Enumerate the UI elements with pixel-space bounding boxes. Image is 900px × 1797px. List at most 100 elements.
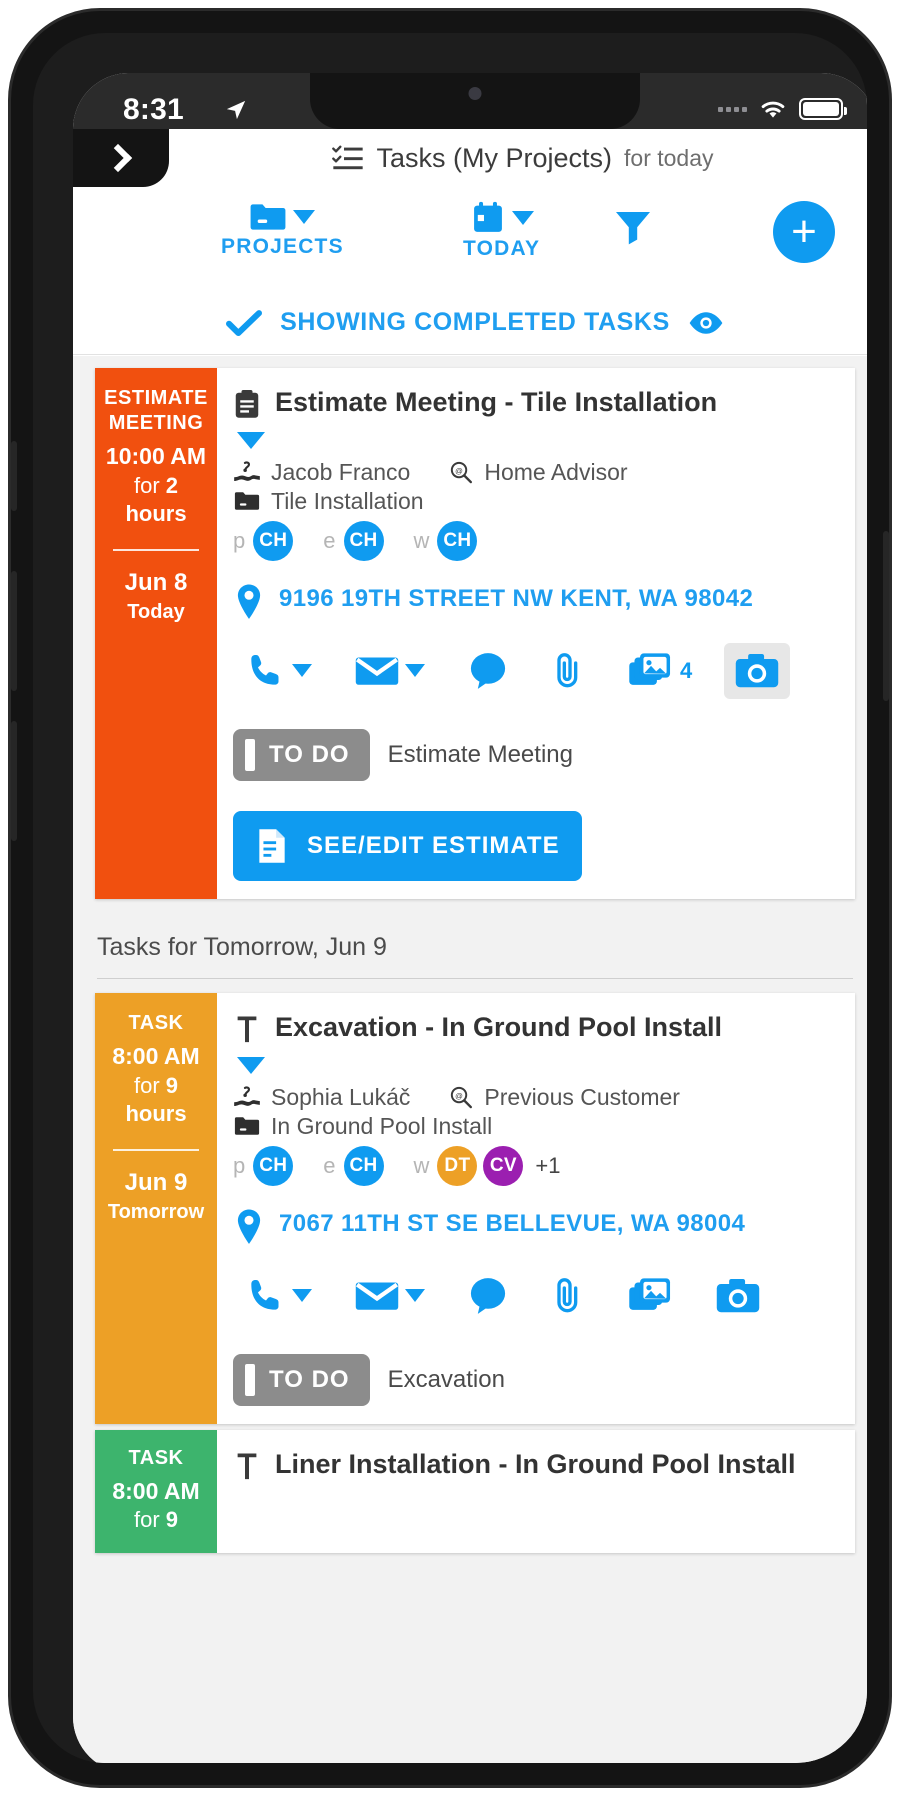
chevron-down-icon xyxy=(292,1289,312,1302)
duration-prefix: for xyxy=(133,1072,166,1098)
task-card[interactable]: ESTIMATE MEETING 10:00 AM for 2 hours Ju… xyxy=(95,368,855,899)
duration-prefix: for xyxy=(133,1507,166,1533)
task-time: 8:00 AM xyxy=(112,1042,200,1069)
today-filter-button[interactable]: TODAY xyxy=(463,201,540,261)
back-button[interactable] xyxy=(73,129,169,187)
expand-chevron-down-icon[interactable] xyxy=(237,431,265,449)
chat-bubble-icon xyxy=(470,652,506,689)
avatar-key: w xyxy=(413,527,430,553)
avatar[interactable]: CH xyxy=(343,520,384,561)
folder-icon xyxy=(234,492,260,511)
status-indicators xyxy=(718,97,847,121)
task-status-row[interactable]: TO DO Estimate Meeting xyxy=(233,728,837,781)
task-project: Tile Installation xyxy=(271,487,424,514)
task-card-side: ESTIMATE MEETING 10:00 AM for 2 hours Ju… xyxy=(95,368,217,899)
camera-button[interactable] xyxy=(724,642,791,699)
duration-unit: hours xyxy=(125,1101,187,1127)
app-header: Tasks (My Projects) for today xyxy=(73,129,867,187)
chat-button[interactable] xyxy=(457,1268,519,1324)
location-arrow-icon xyxy=(226,100,246,120)
task-address-row[interactable]: 7067 11TH ST SE BELLEVUE, WA 98004 xyxy=(233,1208,837,1246)
call-button[interactable] xyxy=(233,1268,322,1324)
chevron-down-icon xyxy=(405,1289,425,1302)
task-address-row[interactable]: 9196 19TH STREET NW KENT, WA 98042 xyxy=(233,583,837,621)
status-bar-indicator xyxy=(245,1363,255,1396)
avatar[interactable]: CV xyxy=(483,1145,524,1186)
handshake-icon xyxy=(234,1086,260,1106)
avatar[interactable]: CH xyxy=(253,1145,294,1186)
task-card[interactable]: TASK 8:00 AM for 9 Liner Installation - … xyxy=(95,1429,855,1553)
section-divider-tomorrow: Tasks for Tomorrow, Jun 9 xyxy=(73,899,867,993)
task-title: Estimate Meeting - Tile Installation xyxy=(275,387,718,417)
expand-chevron-down-icon[interactable] xyxy=(237,1056,265,1074)
assignee-avatars: p CH e CH w DT CV +1 xyxy=(233,1145,837,1186)
status-badge[interactable]: TO DO xyxy=(233,728,370,781)
chat-bubble-icon xyxy=(470,1277,506,1314)
see-edit-estimate-button[interactable]: SEE/EDIT ESTIMATE xyxy=(233,810,582,881)
projects-filter-button[interactable]: PROJECTS xyxy=(221,201,344,259)
task-source: Home Advisor xyxy=(484,458,628,485)
divider-rule xyxy=(97,977,853,979)
duration-value: 9 xyxy=(165,1507,179,1533)
chevron-down-icon xyxy=(405,664,425,678)
mute-switch[interactable] xyxy=(11,441,17,511)
signal-dots-icon xyxy=(718,106,747,112)
avatar[interactable]: DT xyxy=(437,1145,478,1186)
hammer-icon xyxy=(237,1016,257,1042)
task-status-row[interactable]: TO DO Excavation xyxy=(233,1353,837,1406)
page-title-sub: for today xyxy=(624,144,714,171)
document-icon xyxy=(259,828,285,863)
status-task-name: Excavation xyxy=(387,1365,505,1393)
status-badge[interactable]: TO DO xyxy=(233,1353,370,1406)
task-contact: Jacob Franco xyxy=(271,458,411,485)
power-button[interactable] xyxy=(883,531,889,701)
attachment-button[interactable] xyxy=(541,1268,595,1324)
task-source: Previous Customer xyxy=(484,1083,680,1110)
svg-text:@: @ xyxy=(456,467,464,476)
task-card-body: Liner Installation - In Ground Pool Inst… xyxy=(217,1430,855,1553)
task-card-body: Estimate Meeting - Tile Installation Jac… xyxy=(217,368,855,899)
photos-button[interactable]: 4 xyxy=(617,644,702,698)
photos-button[interactable] xyxy=(617,1269,683,1323)
attachment-button[interactable] xyxy=(541,643,595,699)
duration-value: 9 xyxy=(165,1072,179,1098)
volume-down-button[interactable] xyxy=(11,721,17,841)
chevron-down-icon xyxy=(511,211,534,225)
showing-completed-tasks-toggle[interactable]: SHOWING COMPLETED TASKS xyxy=(73,291,867,355)
svg-text:@: @ xyxy=(456,1091,464,1100)
paperclip-icon xyxy=(557,653,578,687)
duration-value: 2 xyxy=(165,472,179,498)
status-label: TO DO xyxy=(269,740,350,768)
map-pin-icon xyxy=(237,584,261,619)
divider xyxy=(113,549,199,552)
task-card[interactable]: TASK 8:00 AM for 9 hours Jun 9 Tomorrow xyxy=(95,992,855,1424)
avatar[interactable]: CH xyxy=(437,520,478,561)
email-button[interactable] xyxy=(344,645,435,697)
filter-button[interactable] xyxy=(611,205,655,249)
camera-icon xyxy=(716,1278,760,1312)
volume-up-button[interactable] xyxy=(11,571,17,691)
divider xyxy=(113,1148,199,1151)
chat-button[interactable] xyxy=(457,643,519,699)
task-kind: ESTIMATE MEETING xyxy=(104,387,208,434)
phone-bezel: 8:31 Tasks (My Projects) for today PROJE… xyxy=(33,33,867,1763)
showing-completed-tasks-label: SHOWING COMPLETED TASKS xyxy=(280,308,670,336)
page-title-main: Tasks (My Projects) xyxy=(376,142,613,173)
avatar[interactable]: CH xyxy=(343,1145,384,1186)
task-list[interactable]: ESTIMATE MEETING 10:00 AM for 2 hours Ju… xyxy=(73,356,867,1763)
call-button[interactable] xyxy=(233,643,322,699)
task-time: 8:00 AM xyxy=(112,1477,200,1504)
avatar[interactable]: CH xyxy=(253,520,294,561)
photos-count-badge: 4 xyxy=(680,657,693,683)
task-actions xyxy=(233,1268,837,1324)
task-address: 7067 11TH ST SE BELLEVUE, WA 98004 xyxy=(279,1209,746,1237)
status-label: TO DO xyxy=(269,1365,350,1393)
eye-icon[interactable] xyxy=(688,310,724,336)
task-kind: TASK xyxy=(128,1011,184,1034)
add-task-button[interactable]: + xyxy=(773,201,835,263)
email-button[interactable] xyxy=(344,1270,435,1322)
camera-button[interactable] xyxy=(705,1268,771,1324)
task-card-side: TASK 8:00 AM for 9 hours Jun 9 Tomorrow xyxy=(95,992,217,1424)
photos-icon xyxy=(629,1277,671,1310)
task-address: 9196 19TH STREET NW KENT, WA 98042 xyxy=(279,584,754,612)
